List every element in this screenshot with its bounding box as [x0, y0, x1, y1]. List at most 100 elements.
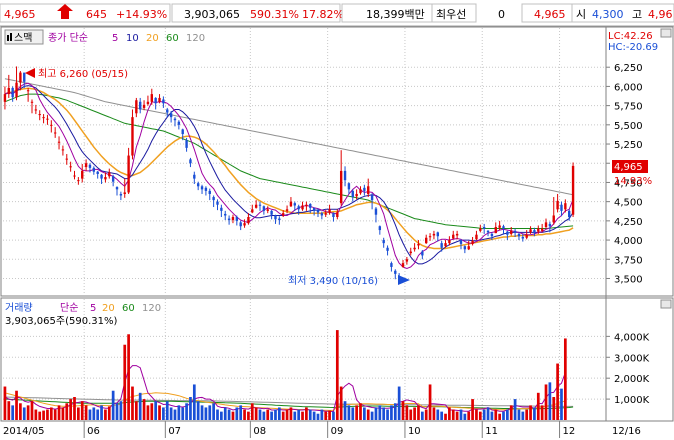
candle-body [158, 97, 161, 102]
candle-body [293, 203, 296, 206]
volume-ma5-label: 5 [90, 303, 96, 314]
candle-body [216, 201, 219, 205]
candle-body [479, 228, 482, 231]
volume-bar [250, 403, 254, 420]
volume-bar [42, 410, 45, 420]
candle-body [270, 210, 273, 215]
price-y-tick-label: 4,500 [614, 198, 643, 209]
price-y-tick-label: 3,750 [614, 255, 643, 266]
x-month-label: 12 [563, 426, 576, 437]
candle-body [529, 229, 532, 233]
candle-body [297, 206, 300, 210]
header-volume-ratio: 590.31% [250, 8, 299, 21]
volume-bar [339, 386, 343, 420]
volume-y-tick-label: 4,000K [614, 332, 650, 343]
candle-body [285, 209, 289, 211]
volume-bar [432, 407, 436, 420]
volume-bar [293, 411, 297, 420]
volume-ma120-label: 120 [142, 303, 161, 314]
candle-body [208, 190, 211, 194]
candle-body [108, 172, 111, 177]
volume-bar [320, 409, 324, 420]
candle-body [428, 236, 432, 238]
candle-body [282, 213, 285, 216]
volume-bar [382, 407, 386, 420]
volume-bar [254, 407, 258, 420]
x-month-label: 07 [168, 426, 181, 437]
price-panel-scroll-handle[interactable] [660, 28, 672, 38]
volume-y-tick-label: 2,000K [614, 374, 650, 385]
volume-title: 거래량 [5, 302, 33, 314]
candle-body [301, 205, 304, 210]
candle-body [305, 204, 308, 207]
candle-body [69, 166, 72, 168]
volume-bar [200, 405, 204, 420]
candle-body [84, 163, 88, 168]
volume-bar [84, 405, 88, 420]
stock-name: 스맥 [14, 32, 32, 44]
volume-bar [80, 401, 84, 420]
price-ma20-label: 20 [146, 33, 159, 44]
volume-bar [506, 409, 509, 420]
price-ma5-label: 5 [112, 33, 118, 44]
volume-bar [231, 411, 235, 420]
volume-panel-scroll-handle[interactable] [660, 299, 672, 309]
candle-body [351, 190, 354, 198]
volume-bar [560, 388, 563, 420]
last-price-tag-text: 4,965 [614, 162, 643, 173]
candle-body [540, 228, 544, 231]
volume-bar [111, 390, 115, 420]
candle-body [510, 230, 513, 234]
volume-bar [34, 409, 38, 420]
volume-bar [115, 403, 119, 420]
volume-bar [451, 409, 455, 420]
candle-body [142, 104, 146, 108]
min-annotation-text: 최저 3,490 (10/16) [288, 275, 378, 287]
candle-body [111, 176, 115, 182]
candle-body [548, 223, 552, 227]
volume-bar [162, 407, 165, 420]
volume-bar [158, 405, 161, 420]
price-ma60-label: 60 [166, 33, 179, 44]
candle-body [196, 183, 200, 187]
candle-body [251, 209, 254, 213]
volume-bar [378, 405, 382, 420]
candle-body [309, 203, 312, 208]
candle-body [475, 234, 478, 240]
volume-bar [227, 409, 231, 420]
candle-body [77, 180, 80, 182]
price-y-tick-label: 6,250 [614, 63, 643, 74]
volume-bar [347, 405, 351, 420]
candle-body [370, 195, 374, 201]
candle-body [278, 218, 281, 221]
volume-bar [189, 397, 192, 420]
price-y-tick-label: 5,250 [614, 140, 643, 151]
volume-bar [525, 409, 529, 420]
candle-body [367, 186, 370, 194]
candle-body [502, 226, 505, 229]
candle-body [135, 100, 138, 114]
candle-body [448, 240, 451, 244]
volume-bar [312, 411, 316, 420]
candle-body [115, 187, 119, 190]
volume-bar [455, 411, 459, 420]
candle-body [378, 226, 382, 231]
volume-bar [502, 411, 505, 420]
volume-bar [343, 401, 347, 420]
volume-bar [351, 407, 355, 420]
volume-bar [104, 409, 107, 420]
volume-bar [165, 401, 169, 420]
volume-bar [77, 407, 80, 420]
candle-body [193, 174, 196, 179]
volume-bar [428, 384, 432, 420]
volume-bar [436, 409, 440, 420]
volume-bar [409, 409, 413, 420]
candle-body [46, 118, 49, 120]
volume-bar [30, 401, 34, 420]
volume-bar [146, 405, 150, 420]
volume-bar [281, 411, 285, 420]
candle-body [23, 72, 26, 82]
candle-body [401, 263, 405, 267]
candle-body [552, 215, 555, 223]
candle-body [231, 217, 235, 221]
